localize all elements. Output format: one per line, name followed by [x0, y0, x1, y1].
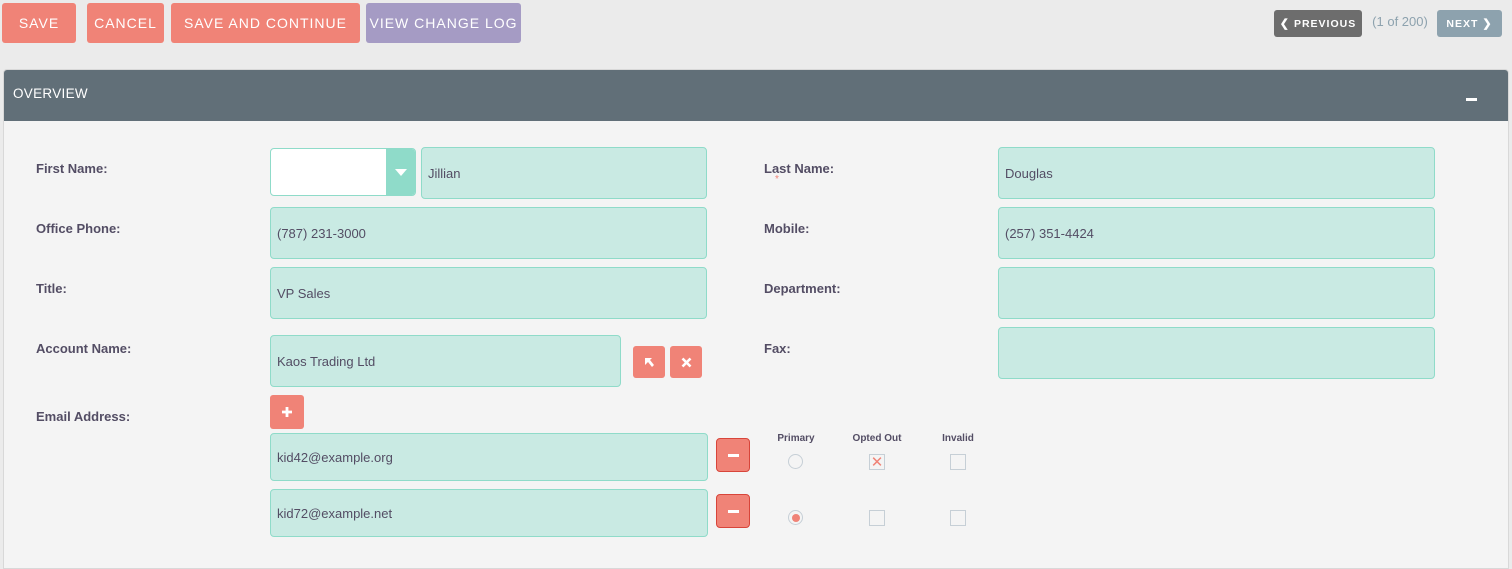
invalid-column-header: Invalid: [942, 433, 974, 444]
minus-icon: [727, 453, 739, 457]
office-phone-input[interactable]: [270, 207, 707, 259]
add-email-button[interactable]: [270, 395, 304, 429]
remove-email-button[interactable]: [716, 494, 750, 528]
minus-icon: [1465, 97, 1477, 101]
invalid-checkbox[interactable]: [950, 510, 966, 526]
select-account-button[interactable]: [633, 346, 665, 378]
email-input[interactable]: [270, 489, 708, 537]
plus-icon: [282, 407, 292, 417]
arrow-pointer-icon: [645, 358, 654, 367]
account-name-label: Account Name:: [36, 341, 132, 356]
chevron-left-icon: ❮: [1279, 18, 1290, 30]
panel-title: OVERVIEW: [13, 86, 88, 101]
salutation-select[interactable]: [270, 148, 416, 196]
previous-button[interactable]: ❮ PREVIOUS: [1274, 10, 1362, 37]
save-button[interactable]: SAVE: [2, 3, 76, 43]
opted-out-column-header: Opted Out: [852, 433, 902, 444]
next-button[interactable]: NEXT ❯: [1437, 10, 1502, 37]
fax-label: Fax:: [764, 341, 791, 356]
remove-email-button[interactable]: [716, 438, 750, 472]
email-address-label: Email Address:: [36, 409, 131, 424]
account-name-input[interactable]: [270, 335, 621, 387]
primary-radio[interactable]: [788, 454, 803, 469]
previous-label: PREVIOUS: [1293, 17, 1357, 30]
required-marker: *: [775, 174, 779, 185]
office-phone-label: Office Phone:: [36, 221, 121, 236]
panel-header[interactable]: OVERVIEW: [4, 70, 1508, 121]
opted-out-checkbox[interactable]: [869, 510, 885, 526]
clear-account-button[interactable]: [670, 346, 702, 378]
chevron-right-icon: ❯: [1482, 18, 1493, 30]
minus-icon: [727, 509, 739, 513]
invalid-checkbox[interactable]: [950, 454, 966, 470]
x-mark-icon: ✕: [870, 453, 884, 471]
department-label: Department:: [764, 281, 841, 296]
department-input[interactable]: [998, 267, 1435, 319]
mobile-input[interactable]: [998, 207, 1435, 259]
last-name-input[interactable]: [998, 147, 1435, 199]
record-count: (1 of 200): [1372, 14, 1428, 29]
opted-out-checkbox[interactable]: ✕: [869, 454, 885, 470]
first-name-label: First Name:: [36, 161, 108, 176]
overview-panel: OVERVIEW: [3, 69, 1509, 569]
collapse-button[interactable]: [1458, 90, 1484, 108]
mobile-label: Mobile:: [764, 221, 810, 236]
fax-input[interactable]: [998, 327, 1435, 379]
save-and-continue-button[interactable]: SAVE AND CONTINUE: [171, 3, 360, 43]
view-change-log-button[interactable]: VIEW CHANGE LOG: [366, 3, 521, 43]
title-input[interactable]: [270, 267, 707, 319]
dropdown-arrow-icon[interactable]: [386, 149, 415, 195]
close-icon: [681, 357, 691, 367]
cancel-button[interactable]: CANCEL: [87, 3, 164, 43]
first-name-input[interactable]: [421, 147, 707, 199]
title-label: Title:: [36, 281, 67, 296]
email-input[interactable]: [270, 433, 708, 481]
primary-column-header: Primary: [777, 433, 815, 444]
primary-radio[interactable]: [788, 510, 803, 525]
next-label: NEXT: [1446, 17, 1479, 30]
